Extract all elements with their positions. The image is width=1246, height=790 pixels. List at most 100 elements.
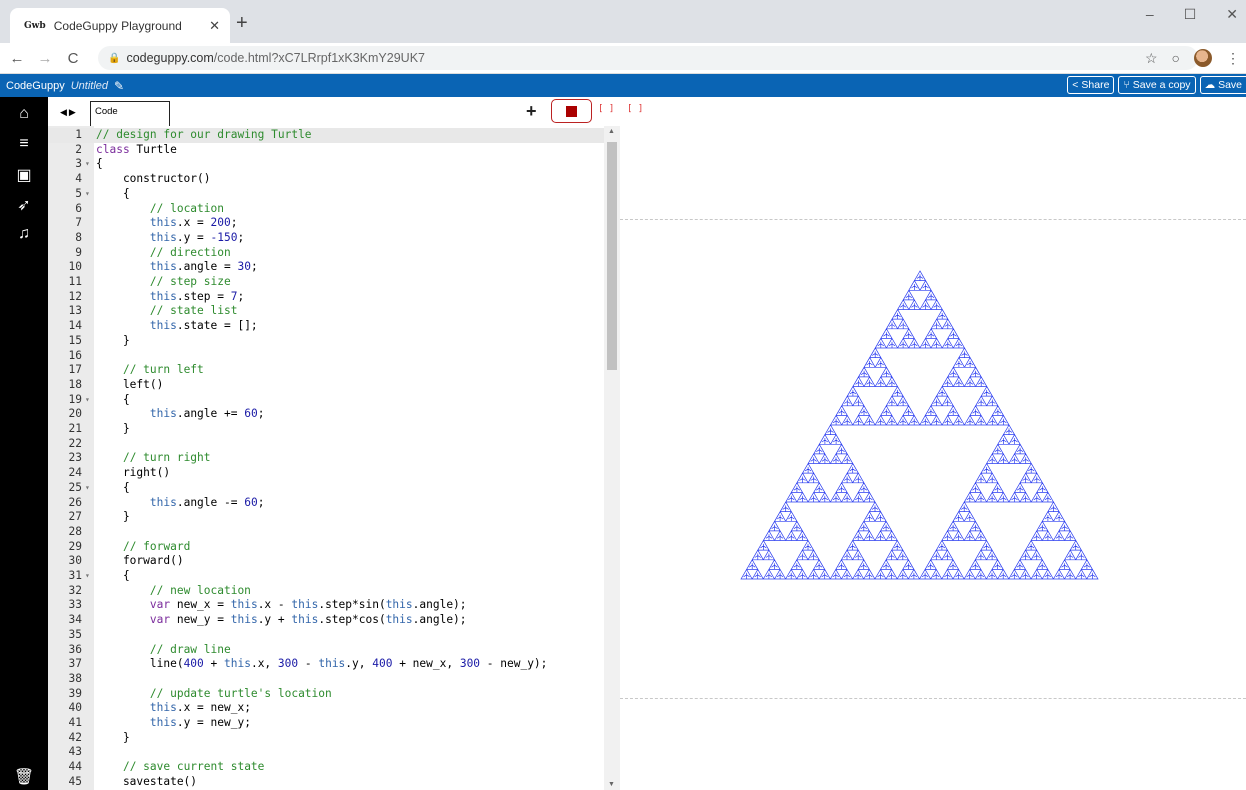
code-line[interactable]: 38 bbox=[48, 672, 604, 687]
bookmark-star-icon[interactable]: ☆ bbox=[1145, 50, 1158, 67]
code-text: this.y = -150; bbox=[149, 230, 245, 244]
code-line[interactable]: 24 right() bbox=[48, 466, 604, 481]
maximize-icon[interactable]: ☐ bbox=[1184, 6, 1197, 23]
code-line[interactable]: 41 this.y = new_y; bbox=[48, 716, 604, 731]
code-line[interactable]: 3 ▾ { bbox=[48, 157, 604, 172]
code-line[interactable]: 15 } bbox=[48, 334, 604, 349]
code-line[interactable]: 21 } bbox=[48, 422, 604, 437]
scroll-down-icon[interactable]: ▼ bbox=[608, 781, 615, 788]
code-line[interactable]: 25 ▾ { bbox=[48, 481, 604, 496]
code-editor[interactable]: 1 // design for our drawing Turtle 2 class … bbox=[48, 126, 604, 790]
code-line[interactable]: 17 // turn left bbox=[48, 363, 604, 378]
back-icon[interactable]: ← bbox=[6, 50, 28, 67]
share-button[interactable]: < Share bbox=[1067, 76, 1115, 94]
line-number: 2 bbox=[75, 142, 82, 156]
extension-icon[interactable]: ○ bbox=[1172, 50, 1180, 66]
tab-code[interactable]: Code bbox=[90, 101, 170, 126]
fold-arrow-icon[interactable]: ▾ bbox=[85, 481, 90, 496]
save-copy-button[interactable]: ⑂ Save a copy bbox=[1118, 76, 1196, 94]
code-line[interactable]: 23 // turn right bbox=[48, 451, 604, 466]
code-line[interactable]: 31 ▾ { bbox=[48, 569, 604, 584]
editor-scrollbar[interactable]: ▲ ▼ bbox=[604, 126, 620, 790]
code-line[interactable]: 19 ▾ { bbox=[48, 393, 604, 408]
code-line[interactable]: 34 var new_y = this.y + this.step*cos(th… bbox=[48, 613, 604, 628]
code-line[interactable]: 33 var new_x = this.x - this.step*sin(th… bbox=[48, 598, 604, 613]
code-text: } bbox=[96, 510, 130, 524]
code-line[interactable]: 9 // direction bbox=[48, 246, 604, 261]
edit-title-pencil-icon[interactable]: ✎ bbox=[114, 79, 124, 93]
url-field[interactable]: 🔒 codeguppy.com/code.html?xC7LRrpf1xK3Km… bbox=[98, 46, 1198, 70]
line-number: 17 bbox=[68, 363, 82, 377]
share-label: Share bbox=[1081, 79, 1110, 91]
menu-icon[interactable]: ≡ bbox=[0, 135, 48, 153]
close-window-icon[interactable]: ✕ bbox=[1226, 6, 1238, 23]
code-line[interactable]: 4 constructor() bbox=[48, 172, 604, 187]
code-line[interactable]: 45 savestate() bbox=[48, 775, 604, 790]
home-icon[interactable]: ⌂ bbox=[0, 105, 48, 123]
fold-arrow-icon[interactable]: ▾ bbox=[85, 569, 90, 584]
code-line[interactable]: 32 // new location bbox=[48, 584, 604, 599]
code-line[interactable]: 11 // step size bbox=[48, 275, 604, 290]
forward-icon[interactable]: → bbox=[34, 50, 56, 67]
code-line[interactable]: 18 left() bbox=[48, 378, 604, 393]
app-brand[interactable]: CodeGuppy bbox=[6, 80, 65, 92]
fold-arrow-icon[interactable]: ▾ bbox=[85, 393, 90, 408]
code-line[interactable]: 10 this.angle = 30; bbox=[48, 260, 604, 275]
code-line[interactable]: 29 // forward bbox=[48, 540, 604, 555]
code-line[interactable]: 14 this.state = []; bbox=[48, 319, 604, 334]
code-line[interactable]: 43 bbox=[48, 745, 604, 760]
rocket-icon[interactable]: ➶ bbox=[0, 195, 48, 215]
add-file-button[interactable]: + bbox=[526, 101, 537, 122]
code-line[interactable]: 7 this.x = 200; bbox=[48, 216, 604, 231]
code-line[interactable]: 2 class Turtle bbox=[48, 143, 604, 158]
code-line[interactable]: 42 } bbox=[48, 731, 604, 746]
code-line[interactable]: 20 this.angle += 60; bbox=[48, 407, 604, 422]
code-line[interactable]: 37 line(400 + this.x, 300 - this.y, 400 … bbox=[48, 657, 604, 672]
code-line[interactable]: 28 bbox=[48, 525, 604, 540]
profile-avatar[interactable] bbox=[1194, 49, 1212, 67]
save-button[interactable]: ☁ Save bbox=[1199, 76, 1246, 94]
fold-arrow-icon[interactable]: ▾ bbox=[85, 157, 90, 172]
code-text: // step size bbox=[149, 275, 231, 288]
code-line[interactable]: 39 // update turtle's location bbox=[48, 687, 604, 702]
url-host: codeguppy.com bbox=[126, 51, 214, 65]
stop-button[interactable] bbox=[551, 99, 592, 123]
code-line[interactable]: 5 ▾ { bbox=[48, 187, 604, 202]
line-number: 29 bbox=[68, 539, 82, 553]
music-icon[interactable]: ♫ bbox=[0, 225, 48, 243]
code-line[interactable]: 44 // save current state bbox=[48, 760, 604, 775]
code-line[interactable]: 22 bbox=[48, 437, 604, 452]
reload-icon[interactable]: C bbox=[62, 50, 84, 67]
code-line[interactable]: 36 // draw line bbox=[48, 643, 604, 658]
fold-arrow-icon[interactable]: ▾ bbox=[85, 187, 90, 202]
code-line[interactable]: 6 // location bbox=[48, 202, 604, 217]
code-line[interactable]: 8 this.y = -150; bbox=[48, 231, 604, 246]
code-line[interactable]: 40 this.x = new_x; bbox=[48, 701, 604, 716]
browser-tab[interactable]: Gwb CodeGuppy Playground ✕ bbox=[10, 8, 230, 43]
code-line[interactable]: 13 // state list bbox=[48, 304, 604, 319]
minimize-icon[interactable]: – bbox=[1146, 6, 1154, 23]
code-line[interactable]: 30 forward() bbox=[48, 554, 604, 569]
line-number: 44 bbox=[68, 760, 82, 774]
code-line[interactable]: 16 bbox=[48, 349, 604, 364]
code-text: // new location bbox=[149, 583, 251, 597]
code-line[interactable]: 35 bbox=[48, 628, 604, 643]
scrollbar-thumb[interactable] bbox=[607, 142, 617, 370]
code-text: var new_x = this.x - this.step*sin(this.… bbox=[149, 598, 467, 612]
trash-icon[interactable]: 🗑 bbox=[0, 767, 48, 787]
code-line[interactable]: 27 } bbox=[48, 510, 604, 525]
line-number: 36 bbox=[68, 642, 82, 656]
fullscreen-editor-icon[interactable]: [ ] bbox=[598, 104, 614, 114]
scroll-up-icon[interactable]: ▲ bbox=[608, 128, 615, 135]
code-text: this.x = new_x; bbox=[149, 701, 251, 715]
line-number: 24 bbox=[68, 466, 82, 480]
code-line[interactable]: 1 // design for our drawing Turtle bbox=[48, 128, 604, 143]
close-tab-icon[interactable]: ✕ bbox=[209, 18, 220, 34]
new-tab-button[interactable]: + bbox=[236, 13, 248, 33]
collapse-arrows-icon[interactable]: ◀▶ bbox=[60, 107, 78, 118]
browser-menu-icon[interactable]: ⋮ bbox=[1226, 50, 1240, 67]
lock-icon: 🔒 bbox=[108, 52, 121, 64]
code-line[interactable]: 26 this.angle -= 60; bbox=[48, 496, 604, 511]
code-line[interactable]: 12 this.step = 7; bbox=[48, 290, 604, 305]
image-icon[interactable]: ▣ bbox=[0, 165, 48, 185]
